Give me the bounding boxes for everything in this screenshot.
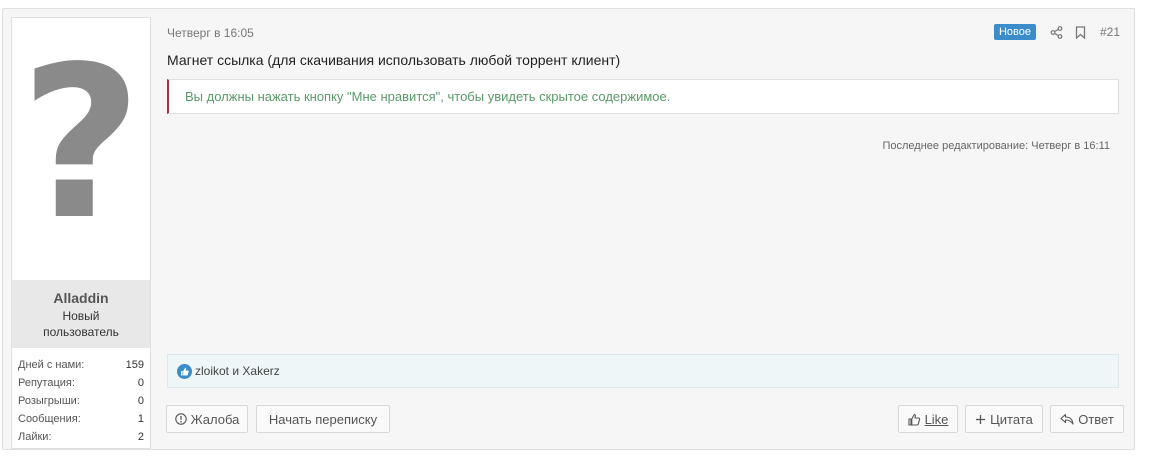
stat-row: Дней с нами: 159 <box>12 356 150 374</box>
report-button[interactable]: Жалоба <box>166 405 248 433</box>
thumbs-up-icon <box>908 413 920 426</box>
quote-label: Цитата <box>990 411 1033 427</box>
likes-users[interactable]: zloikot и Xakerz <box>195 364 280 378</box>
stat-row: Сообщения: 1 <box>12 410 150 428</box>
post-tools: Новое #21 <box>993 23 1120 41</box>
user-title: Новый пользователь <box>43 309 119 339</box>
stat-value: 2 <box>137 431 144 443</box>
stat-label: Розыгрыши: <box>18 395 80 407</box>
stat-label: Дней с нами: <box>18 359 85 371</box>
stat-value: 0 <box>137 377 144 389</box>
post-text: Магнет ссылка (для скачивания использова… <box>167 52 621 68</box>
plus-icon <box>976 414 986 424</box>
stat-label: Репутация: <box>18 377 75 389</box>
user-name-block: Alladdin Новый пользователь <box>12 280 150 348</box>
stat-value: 1 <box>137 413 144 425</box>
avatar[interactable]: ? <box>12 18 150 278</box>
stat-value: 159 <box>125 359 144 371</box>
user-panel: ? Alladdin Новый пользователь Дней с нам… <box>11 17 151 449</box>
reply-button[interactable]: Ответ <box>1050 405 1124 433</box>
thumbs-up-icon <box>177 363 192 379</box>
avatar-placeholder-glyph: ? <box>20 21 142 266</box>
post-date[interactable]: Четверг в 16:05 <box>167 26 254 40</box>
stat-label: Лайки: <box>18 431 52 443</box>
likes-bar: zloikot и Xakerz <box>167 354 1119 388</box>
new-badge: Новое <box>993 24 1036 40</box>
quote-button[interactable]: Цитата <box>965 405 1043 433</box>
start-conversation-button[interactable]: Начать переписку <box>256 405 390 433</box>
post-number[interactable]: #21 <box>1100 25 1120 39</box>
reply-icon <box>1060 413 1074 425</box>
username[interactable]: Alladdin <box>12 290 150 306</box>
last-edit-note: Последнее редактирование: Четверг в 16:1… <box>882 140 1110 152</box>
bookmark-icon[interactable] <box>1072 23 1090 41</box>
like-label: Like <box>924 411 949 427</box>
stat-row: Розыгрыши: 0 <box>12 392 150 410</box>
reply-label: Ответ <box>1078 411 1114 427</box>
like-button[interactable]: Like <box>898 405 958 433</box>
stat-value: 0 <box>137 395 144 407</box>
stat-label: Сообщения: <box>18 413 81 425</box>
user-stats: Дней с нами: 159 Репутация: 0 Розыгрыши:… <box>12 356 150 446</box>
alert-circle-icon <box>174 413 187 425</box>
post-container: ? Alladdin Новый пользователь Дней с нам… <box>2 8 1135 450</box>
stat-row: Лайки: 2 <box>12 428 150 446</box>
start-conversation-label: Начать переписку <box>268 411 378 427</box>
report-label: Жалоба <box>190 411 240 427</box>
stat-row: Репутация: 0 <box>12 374 150 392</box>
post-main: Четверг в 16:05 Новое #21 Магнет ссылка … <box>166 9 1134 449</box>
share-icon[interactable] <box>1048 23 1066 41</box>
hidden-content-notice: Вы должны нажать кнопку "Мне нравится", … <box>167 79 1119 114</box>
